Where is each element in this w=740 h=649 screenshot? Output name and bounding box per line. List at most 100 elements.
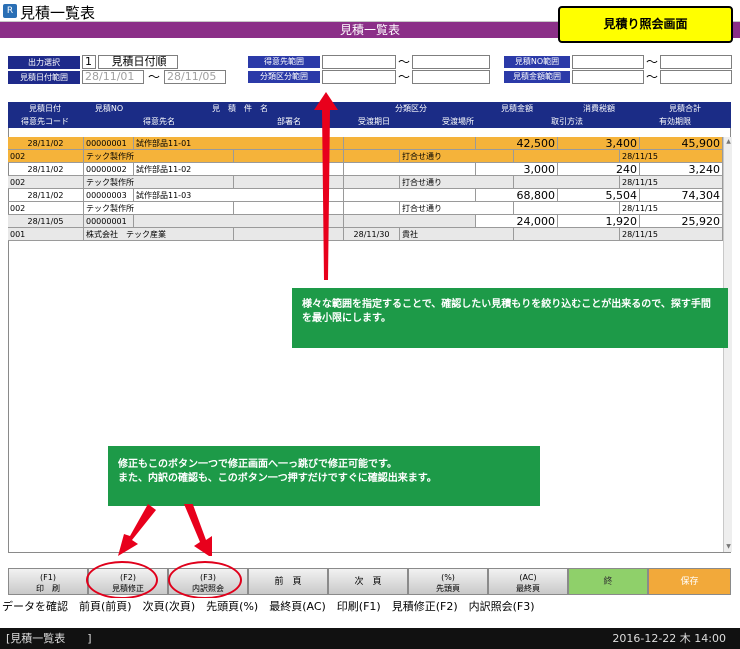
row-no: 00000001 — [84, 215, 134, 228]
row-valid: 28/11/15 — [620, 202, 723, 215]
col-payment-method: 取引方法 — [551, 117, 583, 126]
table-row[interactable]: 002 テック製作所 打合せ通り 28/11/15 — [8, 176, 723, 189]
date-to-input[interactable]: 28/11/05 — [164, 70, 226, 84]
screen-name-callout: 見積り照会画面 — [558, 6, 733, 43]
row-tax: 5,504 — [558, 189, 640, 202]
table-row[interactable]: 28/11/02 00000001 試作部品11-01 42,500 3,400… — [8, 137, 723, 150]
exit-button[interactable]: 終 — [568, 568, 648, 595]
row-category — [344, 137, 476, 150]
fkey-code: (F1) — [40, 573, 56, 582]
col-total: 見積合計 — [669, 104, 701, 113]
estimate-no-to-input[interactable] — [660, 55, 732, 69]
table-row[interactable]: 28/11/02 00000002 試作部品11-02 3,000 240 3,… — [8, 163, 723, 176]
row-title: 試作部品11-03 — [134, 189, 344, 202]
table-row[interactable]: 28/11/02 00000003 試作部品11-03 68,800 5,504… — [8, 189, 723, 202]
category-range-label: 分類区分範囲 — [248, 71, 320, 83]
estimate-no-range-tilde: ～ — [646, 55, 659, 69]
row-payment — [514, 228, 620, 241]
output-select-label: 出力選択 — [8, 56, 80, 69]
last-page-button[interactable]: (AC) 最終頁 — [488, 568, 568, 595]
next-page-button[interactable]: 次 頁 — [328, 568, 408, 595]
row-category — [344, 163, 476, 176]
customer-from-input[interactable] — [322, 55, 396, 69]
row-payment — [514, 176, 620, 189]
button-callout-line1: 修正もこのボタン一つで修正画面へ一っ跳びで修正可能です。 — [118, 459, 397, 470]
row-customer: テック製作所 — [84, 176, 234, 189]
col-customer-code: 得意先コード — [21, 117, 69, 126]
row-total: 25,920 — [640, 215, 723, 228]
date-range-tilde: ～ — [148, 70, 161, 84]
estimate-no-from-input[interactable] — [572, 55, 644, 69]
row-tax: 3,400 — [558, 137, 640, 150]
row-code: 002 — [8, 150, 84, 163]
fkey-label: 最終頁 — [516, 584, 540, 593]
col-delivery-date: 受渡期日 — [358, 117, 390, 126]
grid-header: 見積日付 見積NO 見 積 件 名 分類区分 見積金額 消費税額 見積合計 得意… — [8, 102, 731, 128]
scroll-down-icon[interactable]: ▼ — [724, 542, 733, 552]
row-valid: 28/11/15 — [620, 176, 723, 189]
row-delivery-date — [344, 150, 400, 163]
datetime-display: 2016-12-22 木 14:00 — [612, 632, 726, 645]
highlight-ring-breakdown — [168, 561, 242, 599]
row-title: 試作部品11-01 — [134, 137, 344, 150]
row-date: 28/11/05 — [8, 215, 84, 228]
table-row[interactable]: 002 テック製作所 打合せ通り 28/11/15 — [8, 150, 723, 163]
row-total: 45,900 — [640, 137, 723, 150]
red-arrow-up-icon — [314, 92, 338, 280]
col-valid-until: 有効期限 — [659, 117, 691, 126]
table-row[interactable]: 001 株式会社 テック産業 28/11/30 貴社 28/11/15 — [8, 228, 723, 241]
customer-to-input[interactable] — [412, 55, 490, 69]
row-date: 28/11/02 — [8, 189, 84, 202]
row-amount: 68,800 — [476, 189, 558, 202]
status-bar: [見積一覧表 ] 2016-12-22 木 14:00 — [0, 628, 740, 649]
row-title — [134, 215, 344, 228]
row-place: 打合せ通り — [400, 176, 514, 189]
row-title: 試作部品11-02 — [134, 163, 344, 176]
table-row[interactable]: 002 テック製作所 打合せ通り 28/11/15 — [8, 202, 723, 215]
row-no: 00000003 — [84, 189, 134, 202]
amount-from-input[interactable] — [572, 70, 644, 84]
fkey-label: 終 — [603, 577, 613, 587]
output-select-field[interactable]: 見積日付順 — [98, 55, 178, 69]
fkey-label: 前 頁 — [274, 577, 302, 587]
first-page-button[interactable]: (%) 先頭頁 — [408, 568, 488, 595]
row-payment — [514, 202, 620, 215]
estimate-no-range-label: 見積NO範囲 — [504, 56, 570, 68]
row-amount: 24,000 — [476, 215, 558, 228]
amount-to-input[interactable] — [660, 70, 732, 84]
date-range-label: 見積日付範囲 — [8, 71, 80, 84]
category-to-input[interactable] — [412, 70, 490, 84]
print-button[interactable]: (F1) 印 刷 — [8, 568, 88, 595]
output-select-code-input[interactable]: 1 — [82, 55, 96, 69]
fkey-label: 保存 — [680, 577, 699, 587]
scroll-up-icon[interactable]: ▲ — [724, 137, 733, 147]
window-title: 見積一覧表 — [20, 4, 96, 22]
row-tax: 1,920 — [558, 215, 640, 228]
row-place: 打合せ通り — [400, 202, 514, 215]
row-code: 001 — [8, 228, 84, 241]
row-date: 28/11/02 — [8, 163, 84, 176]
table-row[interactable]: 28/11/05 00000001 24,000 1,920 25,920 — [8, 215, 723, 228]
row-valid: 28/11/15 — [620, 150, 723, 163]
row-customer: テック製作所 — [84, 202, 234, 215]
fkey-label: 印 刷 — [36, 584, 60, 593]
row-delivery-date — [344, 202, 400, 215]
date-from-input[interactable]: 28/11/01 — [82, 70, 144, 84]
key-hint-bar: データを確認 前頁(前頁) 次頁(次頁) 先頭頁(%) 最終頁(AC) 印刷(F… — [0, 598, 740, 616]
row-valid: 28/11/15 — [620, 228, 723, 241]
row-customer: テック製作所 — [84, 150, 234, 163]
row-customer: 株式会社 テック産業 — [84, 228, 234, 241]
prev-page-button[interactable]: 前 頁 — [248, 568, 328, 595]
col-estimate-no: 見積NO — [94, 104, 124, 113]
current-screen-label: [見積一覧表 ] — [6, 632, 92, 645]
customer-range-tilde: ～ — [398, 55, 411, 69]
save-button[interactable]: 保存 — [648, 568, 731, 595]
row-place: 貴社 — [400, 228, 514, 241]
row-no: 00000002 — [84, 163, 134, 176]
row-code: 002 — [8, 202, 84, 215]
row-category — [344, 215, 476, 228]
row-total: 3,240 — [640, 163, 723, 176]
col-estimate-date: 見積日付 — [29, 104, 61, 113]
category-from-input[interactable] — [322, 70, 396, 84]
row-no: 00000001 — [84, 137, 134, 150]
